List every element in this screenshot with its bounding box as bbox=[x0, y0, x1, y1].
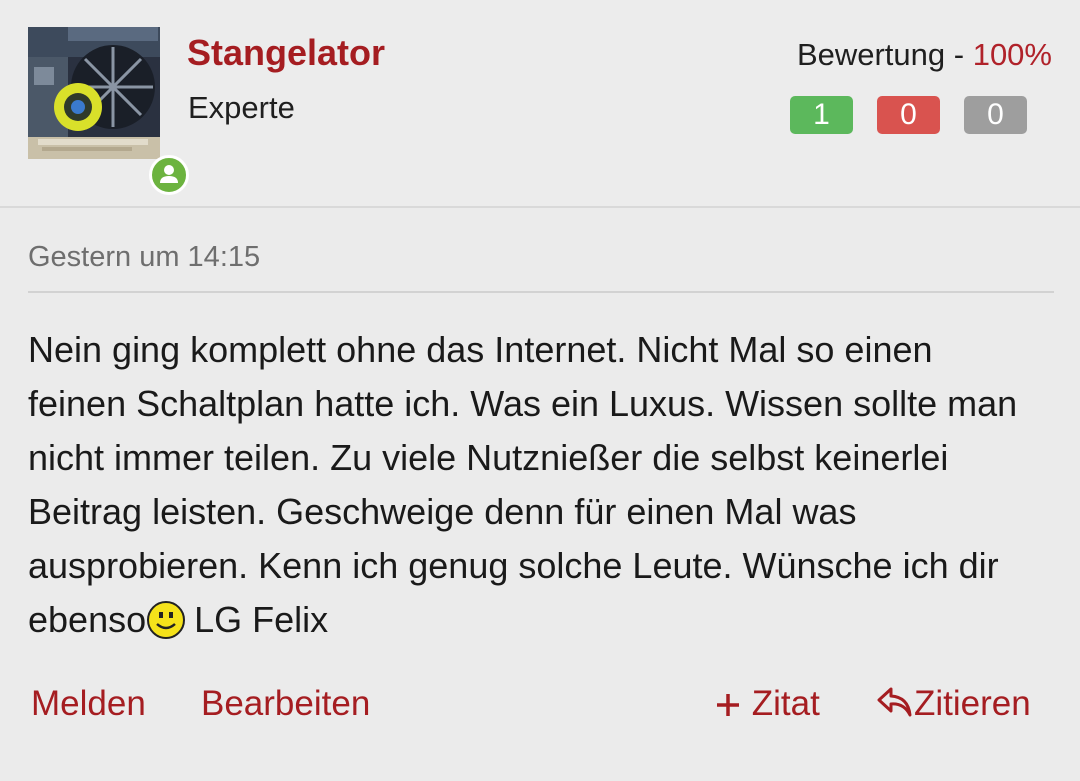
post-text: Nein ging komplett ohne das Internet. Ni… bbox=[28, 329, 1018, 640]
smiley-icon bbox=[146, 600, 186, 640]
user-online-icon bbox=[160, 165, 178, 183]
rating-label: Bewertung - 100% bbox=[797, 37, 1052, 73]
post-date: Gestern um 14:15 bbox=[28, 241, 261, 273]
post-divider bbox=[28, 291, 1054, 293]
add-quote-button[interactable]: Zitat bbox=[714, 684, 820, 724]
add-quote-label: Zitat bbox=[751, 684, 820, 723]
user-rank: Experte bbox=[188, 90, 295, 125]
user-online-badge bbox=[149, 155, 189, 195]
report-button[interactable]: Melden bbox=[31, 684, 146, 724]
rating-votes: 1 0 0 bbox=[790, 96, 1027, 134]
rating-percent: 100% bbox=[972, 37, 1052, 72]
post-signature: LG Felix bbox=[194, 599, 329, 640]
neutral-votes-badge[interactable]: 0 bbox=[964, 96, 1027, 134]
quote-reply-button[interactable]: Zitieren bbox=[876, 684, 1031, 724]
rating-label-text: Bewertung - bbox=[796, 37, 973, 72]
user-avatar[interactable] bbox=[28, 27, 189, 195]
edit-button[interactable]: Bearbeiten bbox=[201, 684, 370, 724]
negative-votes-badge[interactable]: 0 bbox=[877, 96, 940, 134]
plus-icon bbox=[717, 694, 739, 716]
graphics-card-avatar-icon bbox=[28, 27, 160, 159]
reply-arrow-icon bbox=[877, 687, 912, 717]
quote-reply-label: Zitieren bbox=[914, 684, 1031, 723]
positive-votes-badge[interactable]: 1 bbox=[790, 96, 853, 134]
post-body: Nein ging komplett ohne das Internet. Ni… bbox=[28, 323, 1038, 647]
post-header: Stangelator Experte Bewertung - 100% 1 0… bbox=[0, 0, 1080, 208]
post-actions: Melden Bearbeiten Zitat Zitieren bbox=[0, 684, 1080, 734]
username-link[interactable]: Stangelator bbox=[187, 32, 385, 74]
